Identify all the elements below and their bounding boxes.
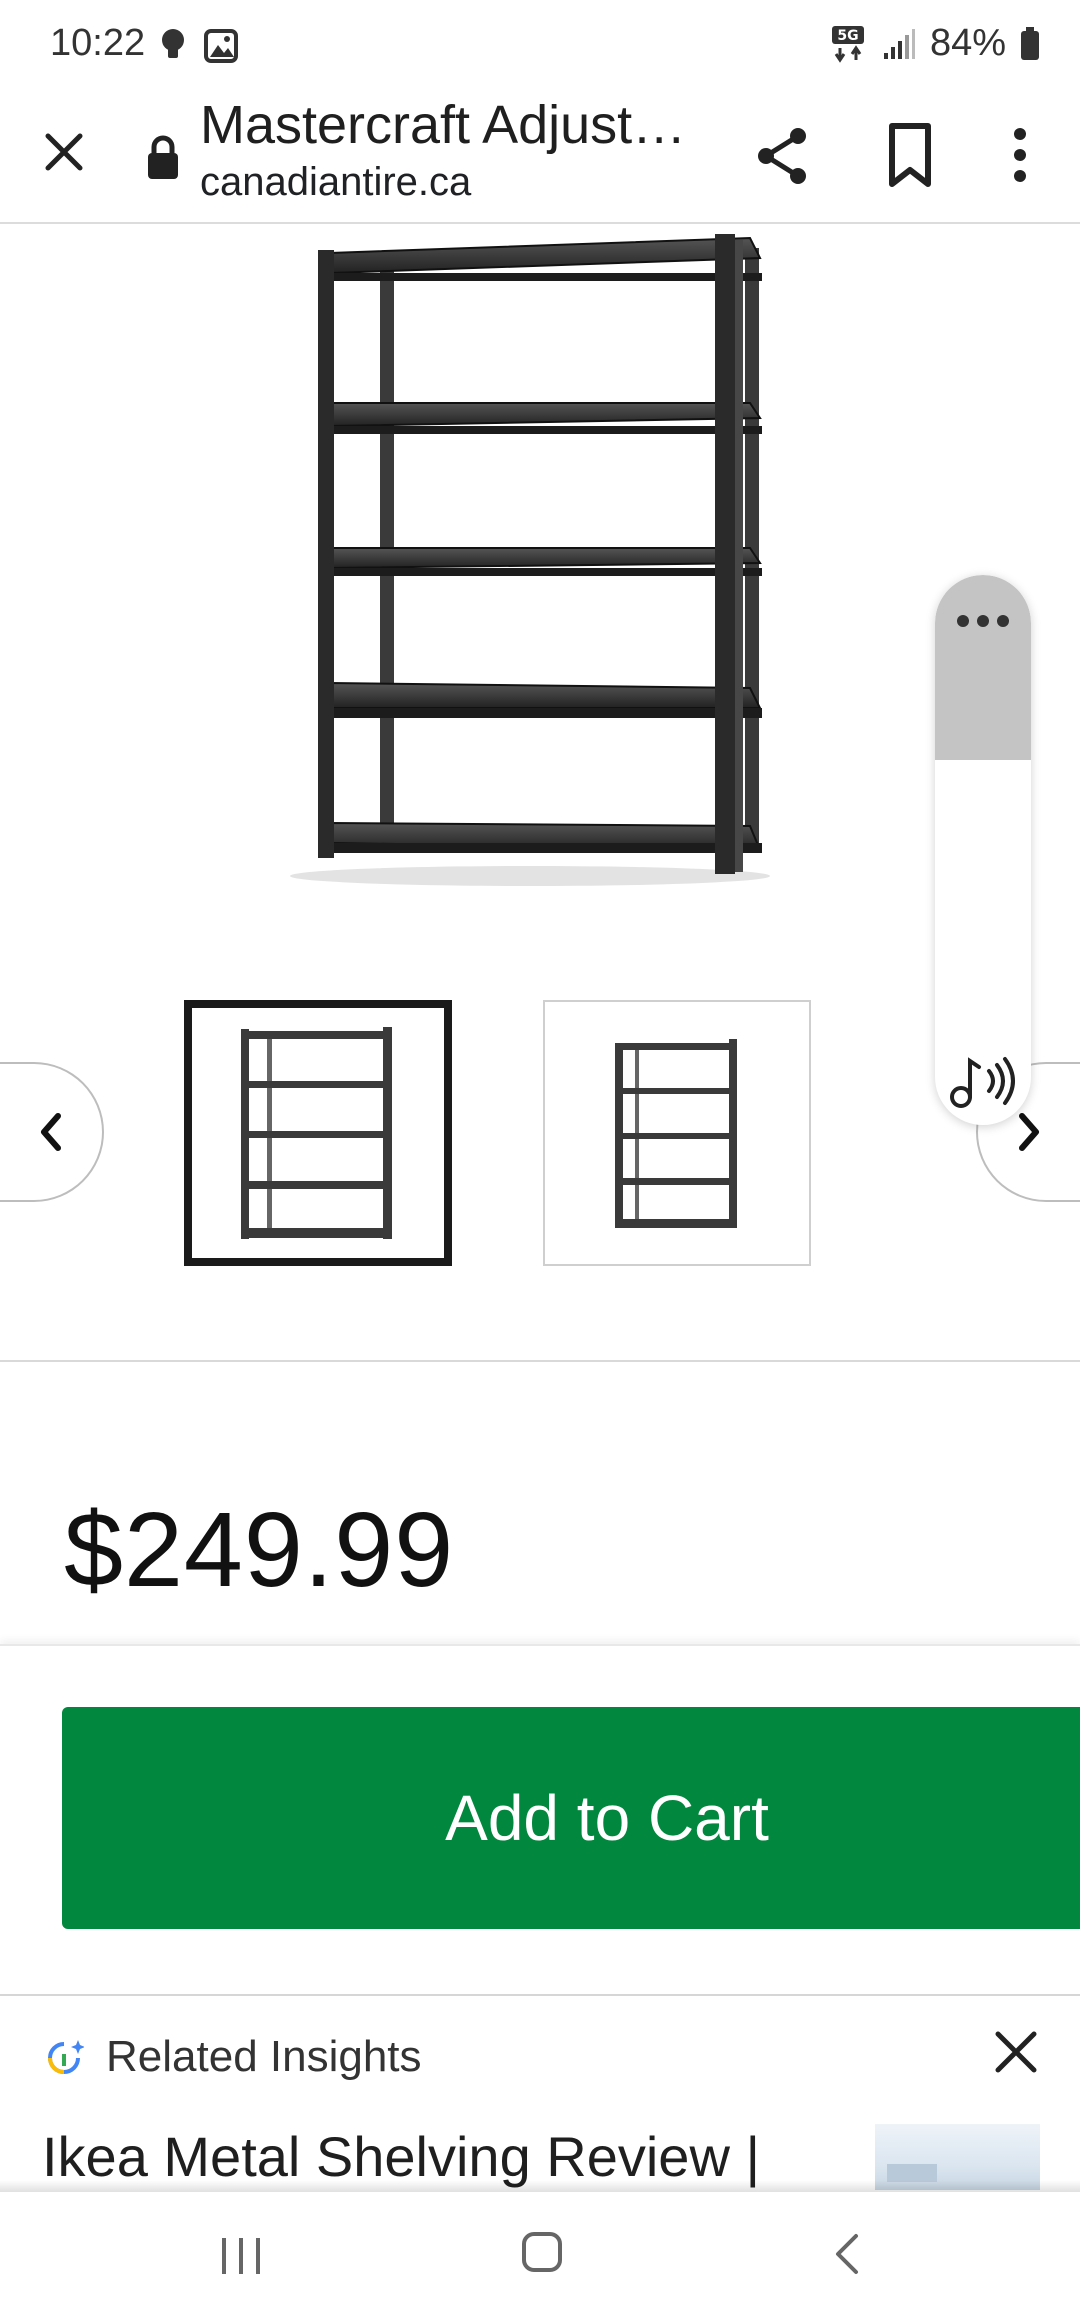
thumbnail-shelf-angle-image [615, 1039, 737, 1228]
close-icon[interactable] [990, 2026, 1042, 2078]
page-title[interactable]: Mastercraft Adjust… [200, 94, 700, 156]
network-5g-icon: 5G [831, 25, 864, 63]
notification-icons [160, 28, 238, 64]
add-to-cart-label: Add to Cart [445, 1782, 769, 1854]
browser-toolbar: Mastercraft Adjust… canadiantire.ca [0, 90, 1080, 224]
battery-icon [1021, 26, 1039, 60]
gallery-icon [204, 29, 238, 63]
thumbnail-2[interactable] [543, 1000, 811, 1266]
battery-percent: 84% [929, 22, 1006, 64]
back-icon[interactable] [828, 2230, 864, 2278]
product-image[interactable] [280, 228, 780, 888]
status-bar: 10:22 5G 84% [0, 0, 1080, 90]
network-label: 5G [837, 28, 858, 44]
bookmark-icon[interactable] [878, 120, 942, 190]
thumbnail-shelf-image [241, 1027, 392, 1239]
signal-icon [883, 28, 915, 59]
thumbnail-1[interactable] [184, 1000, 452, 1266]
read-aloud-menu-button[interactable] [935, 575, 1031, 760]
related-insights-panel[interactable]: Related Insights Ikea Metal Shelving Rev… [0, 1994, 1080, 2190]
carousel-prev-button[interactable] [0, 1062, 104, 1202]
page-url[interactable]: canadiantire.ca [200, 160, 471, 205]
more-vert-icon[interactable] [1000, 120, 1040, 190]
read-aloud-widget[interactable] [935, 575, 1031, 1125]
more-horiz-icon [957, 615, 1009, 627]
add-to-cart-button[interactable]: Add to Cart [62, 1707, 1080, 1929]
panel-shadow [0, 2180, 1080, 2192]
chevron-right-icon [1019, 1113, 1039, 1151]
recent-apps-icon[interactable] [218, 2234, 264, 2278]
status-right: 5G 84% [828, 22, 1040, 65]
status-time: 10:22 [50, 22, 146, 64]
close-tab-button[interactable] [36, 124, 92, 180]
audio-icon[interactable] [949, 1053, 1017, 1109]
section-divider [0, 1360, 1080, 1362]
home-icon[interactable] [520, 2230, 564, 2274]
system-nav-bar [0, 2192, 1080, 2316]
product-price: $249.99 [64, 1491, 455, 1609]
lock-icon[interactable] [146, 134, 180, 180]
share-icon[interactable] [750, 124, 814, 188]
insights-title: Related Insights [106, 2032, 422, 2081]
close-icon [45, 133, 83, 171]
insights-icon [48, 2040, 84, 2074]
chevron-left-icon [41, 1113, 61, 1151]
bulb-icon [162, 29, 184, 58]
